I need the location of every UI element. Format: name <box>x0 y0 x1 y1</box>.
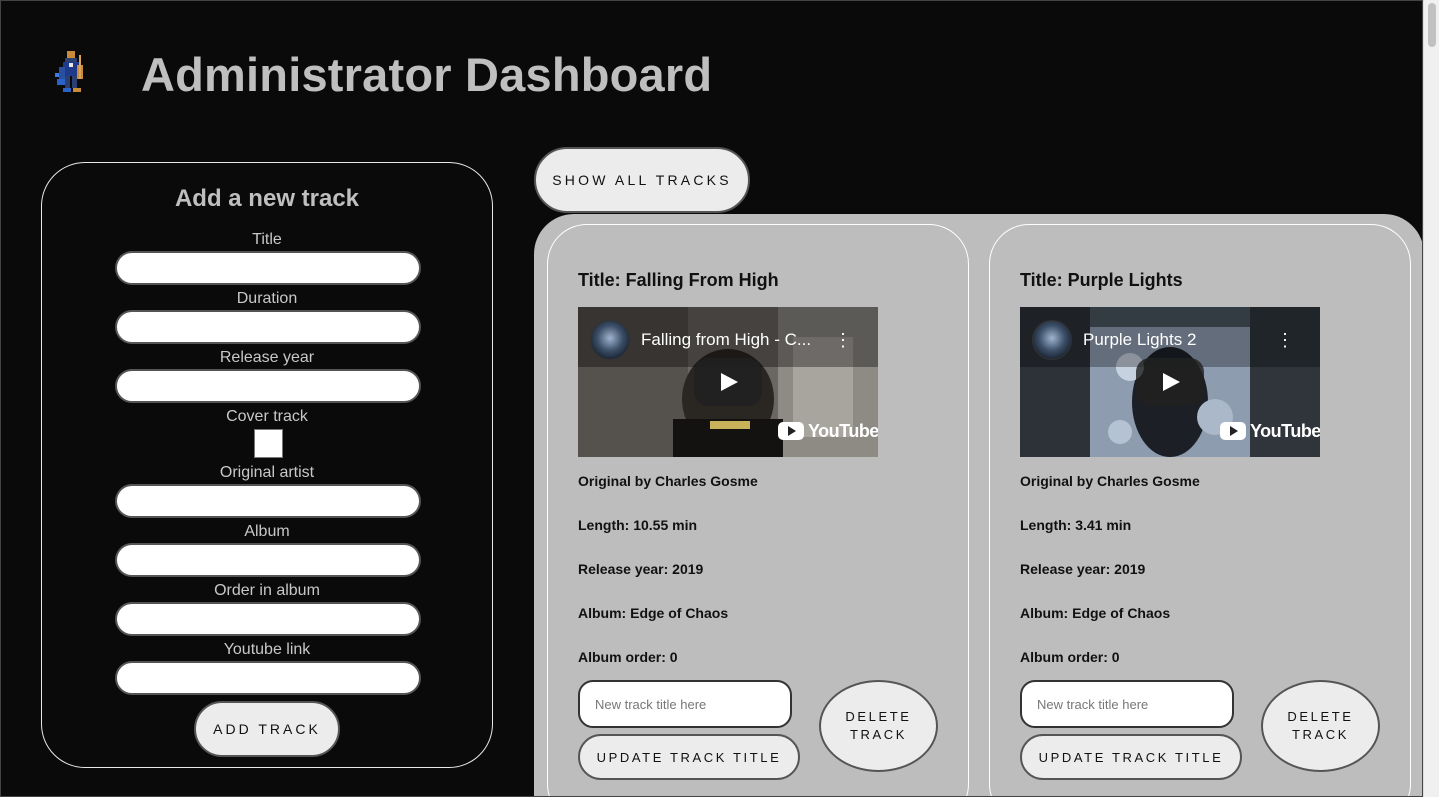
release-year-label: Release year <box>219 349 315 366</box>
original-artist-label: Original artist <box>219 464 315 481</box>
new-track-title-input[interactable]: New track title here <box>1020 680 1234 728</box>
album-input[interactable] <box>115 543 421 577</box>
vertical-scrollbar[interactable] <box>1423 0 1439 797</box>
track-release-year: Release year: 2019 <box>578 561 704 577</box>
video-title[interactable]: Purple Lights 2 <box>1083 330 1263 350</box>
youtube-embed[interactable]: Falling from High - C... ⋮ YouTube <box>578 307 878 457</box>
title-label: Title <box>252 231 282 248</box>
release-year-input[interactable] <box>115 369 421 403</box>
track-length: Length: 10.55 min <box>578 517 698 533</box>
track-length: Length: 3.41 min <box>1020 517 1132 533</box>
track-album: Album: Edge of Chaos <box>578 605 729 621</box>
track-release-year: Release year: 2019 <box>1020 561 1146 577</box>
youtube-link-label: Youtube link <box>223 641 311 658</box>
page: Administrator Dashboard Add a new track … <box>0 0 1423 797</box>
play-icon[interactable] <box>1136 358 1204 406</box>
play-icon[interactable] <box>694 358 762 406</box>
track-card: Title: Falling From High Falling from Hi… <box>547 224 969 796</box>
duration-label: Duration <box>236 290 298 307</box>
original-artist-input[interactable] <box>115 484 421 518</box>
youtube-logo[interactable]: YouTube <box>778 419 878 443</box>
page-title: Administrator Dashboard <box>141 48 713 101</box>
youtube-play-icon <box>778 422 804 440</box>
youtube-logo[interactable]: YouTube <box>1220 419 1320 443</box>
new-track-title-input[interactable]: New track title here <box>578 680 792 728</box>
delete-track-button[interactable]: DELETE TRACK <box>819 680 938 772</box>
video-title[interactable]: Falling from High - C... <box>641 330 821 350</box>
add-track-button[interactable]: ADD TRACK <box>194 701 340 757</box>
form-heading: Add a new track <box>174 185 360 212</box>
track-album-order: Album order: 0 <box>578 649 678 665</box>
scrollbar-thumb[interactable] <box>1428 3 1436 47</box>
add-track-form: Add a new track Title Duration Release y… <box>41 162 493 768</box>
track-title: Title: Falling From High <box>578 270 779 290</box>
track-original: Original by Charles Gosme <box>578 473 758 489</box>
more-options-icon[interactable]: ⋮ <box>1276 329 1294 351</box>
youtube-wordmark: YouTube <box>808 420 878 441</box>
duration-input[interactable] <box>115 310 421 344</box>
cover-track-label: Cover track <box>226 408 308 425</box>
order-in-album-input[interactable] <box>115 602 421 636</box>
track-original: Original by Charles Gosme <box>1020 473 1200 489</box>
track-card: Title: Purple Lights Purple Lights 2 ⋮ Y… <box>989 224 1411 796</box>
track-title: Title: Purple Lights <box>1020 270 1183 290</box>
channel-avatar[interactable] <box>590 320 630 360</box>
track-album: Album: Edge of Chaos <box>1020 605 1171 621</box>
youtube-embed[interactable]: Purple Lights 2 ⋮ YouTube <box>1020 307 1320 457</box>
update-track-title-button[interactable]: UPDATE TRACK TITLE <box>1020 734 1242 780</box>
logo-icon <box>53 49 89 95</box>
show-all-tracks-button[interactable]: SHOW ALL TRACKS <box>534 147 750 213</box>
update-track-title-button[interactable]: UPDATE TRACK TITLE <box>578 734 800 780</box>
delete-track-button[interactable]: DELETE TRACK <box>1261 680 1380 772</box>
more-options-icon[interactable]: ⋮ <box>834 329 852 351</box>
order-in-album-label: Order in album <box>214 582 320 599</box>
album-label: Album <box>244 523 290 540</box>
tracks-panel: Title: Falling From High Falling from Hi… <box>534 214 1422 796</box>
youtube-play-icon <box>1220 422 1246 440</box>
youtube-link-input[interactable] <box>115 661 421 695</box>
channel-avatar[interactable] <box>1032 320 1072 360</box>
cover-track-checkbox[interactable] <box>254 429 283 458</box>
title-input[interactable] <box>115 251 421 285</box>
track-album-order: Album order: 0 <box>1020 649 1120 665</box>
youtube-wordmark: YouTube <box>1250 420 1320 441</box>
